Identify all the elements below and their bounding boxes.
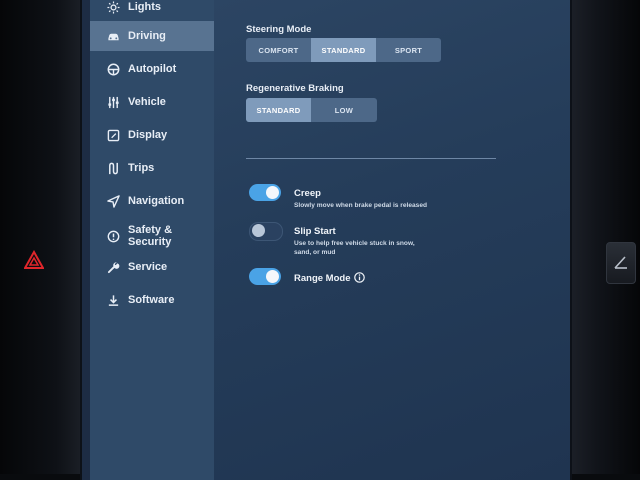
settings-sidebar: Lights Driving Autopilot Vehicle Display… [90,0,214,480]
bezel-right [568,0,640,480]
sidebar-item-software[interactable]: Software [90,285,214,315]
creep-title: Creep [294,188,321,199]
regen-braking-low[interactable]: LOW [311,98,377,122]
toggle-knob [266,186,279,199]
sun-icon [106,0,120,14]
steering-mode-sport[interactable]: SPORT [376,38,441,62]
sidebar-item-label: Autopilot [128,63,177,75]
sidebar-item-label: Trips [128,162,155,174]
sidebar-item-safety-security[interactable]: Safety & Security [90,218,214,254]
alert-circle-icon [106,229,120,243]
slip-start-toggle[interactable] [249,222,283,241]
slip-start-description-line2: sand, or mud [294,249,336,256]
sidebar-item-display[interactable]: Display [90,120,214,150]
sidebar-item-trips[interactable]: Trips [90,153,214,183]
sidebar-item-service[interactable]: Service [90,252,214,282]
steering-mode-title: Steering Mode [246,24,312,35]
sidebar-item-label: Vehicle [128,96,166,108]
sidebar-item-label: Lights [128,1,161,13]
toggle-knob [266,270,279,283]
trips-icon [106,161,120,175]
sidebar-item-label: Service [128,261,168,273]
sidebar-item-label: Driving [128,30,166,42]
sidebar-item-driving[interactable]: Driving [90,21,214,51]
sidebar-item-autopilot[interactable]: Autopilot [90,54,214,84]
car-icon [106,29,120,43]
wrench-icon [106,260,120,274]
slip-start-title: Slip Start [294,226,336,237]
sliders-icon [106,95,120,109]
steering-mode-standard[interactable]: STANDARD [311,38,376,62]
regen-braking-title: Regenerative Braking [246,83,344,94]
hazard-warning-icon[interactable] [24,250,44,270]
section-divider [246,158,496,159]
navigation-arrow-icon [106,194,120,208]
touchscreen: Lights Driving Autopilot Vehicle Display… [82,0,570,480]
wiper-icon [614,256,627,269]
sidebar-item-navigation[interactable]: Navigation [90,186,214,216]
regen-braking-selector: STANDARD LOW [246,98,377,122]
bezel-left [0,0,80,480]
driving-settings-panel: Steering Mode COMFORT STANDARD SPORT Reg… [214,0,570,480]
range-mode-row: Range Mode [294,272,366,284]
sidebar-item-label: Software [128,294,175,306]
info-icon[interactable] [354,272,366,283]
steering-mode-comfort[interactable]: COMFORT [246,38,311,62]
download-icon [106,293,120,307]
sidebar-item-vehicle[interactable]: Vehicle [90,87,214,117]
steering-wheel-icon [106,62,120,76]
toggle-knob [252,224,265,237]
display-icon [106,128,120,142]
creep-description: Slowly move when brake pedal is released [294,202,428,209]
sidebar-item-label: Display [128,129,168,141]
sidebar-item-label: Navigation [128,195,185,207]
slip-start-description-line1: Use to help free vehicle stuck in snow, [294,240,415,247]
steering-mode-selector: COMFORT STANDARD SPORT [246,38,441,62]
sidebar-item-label: Safety & Security [128,224,173,248]
creep-toggle[interactable] [249,184,281,201]
range-mode-toggle[interactable] [249,268,281,285]
regen-braking-standard[interactable]: STANDARD [246,98,311,122]
sidebar-item-lights[interactable]: Lights [90,0,214,22]
range-mode-title: Range Mode [294,273,351,284]
physical-button-right[interactable] [606,242,636,284]
